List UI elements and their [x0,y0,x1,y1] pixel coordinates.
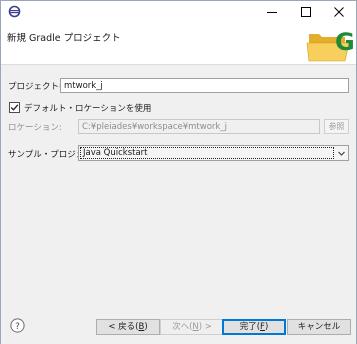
use-default-location-checkbox[interactable] [9,102,20,113]
next-button-label: 次へ( [172,322,193,332]
finish-button[interactable]: 完了(F) [222,319,286,335]
minimize-button[interactable] [255,1,288,23]
next-button-label-end: ) > [198,322,212,332]
minimize-icon [266,12,277,13]
wizard-header: 新規 Gradle プロジェクト G [1,23,356,65]
title-bar[interactable] [1,1,356,23]
close-button[interactable] [322,1,355,23]
sample-project-select[interactable]: Java Quickstart [78,145,349,161]
svg-text:?: ? [15,322,20,332]
project-name-input[interactable]: mtwork_j [60,78,349,93]
gradle-folder-icon: G [306,28,355,62]
help-icon[interactable]: ? [10,318,25,333]
back-button-label-end: ) [144,322,148,332]
eclipse-icon [8,5,21,18]
svg-text:G: G [335,28,355,56]
maximize-button[interactable] [289,1,322,23]
use-default-location-label: デフォルト・ロケーションを使用 [24,104,152,114]
finish-button-label-end: ) [264,322,269,332]
back-button[interactable]: < 戻る(B) [96,319,160,335]
page-title: 新規 Gradle プロジェクト [7,33,121,44]
next-button[interactable]: 次へ(N) > [160,319,224,335]
new-gradle-project-dialog: 新規 Gradle プロジェクト G プロジェクト名: mtwork_j デフォ… [0,0,357,344]
back-button-label: < 戻る( [108,322,139,332]
wizard-footer: ? < 戻る(B) 次へ(N) > 完了(F) キャンセル [1,306,356,344]
wizard-body: プロジェクト名: mtwork_j デフォルト・ロケーションを使用 ロケーション… [1,66,356,306]
finish-button-label: 完了( [239,322,261,332]
location-input[interactable]: C:¥pleiades¥workspace¥mtwork_j [78,119,320,134]
maximize-icon [300,7,311,17]
chevron-down-icon [338,151,345,156]
location-label: ロケーション: [8,123,62,133]
close-icon [333,7,344,17]
checkmark-icon [10,104,19,111]
sample-project-selected-value: Java Quickstart [80,147,334,159]
cancel-button[interactable]: キャンセル [287,319,351,335]
browse-button[interactable]: 参照 [324,119,349,134]
